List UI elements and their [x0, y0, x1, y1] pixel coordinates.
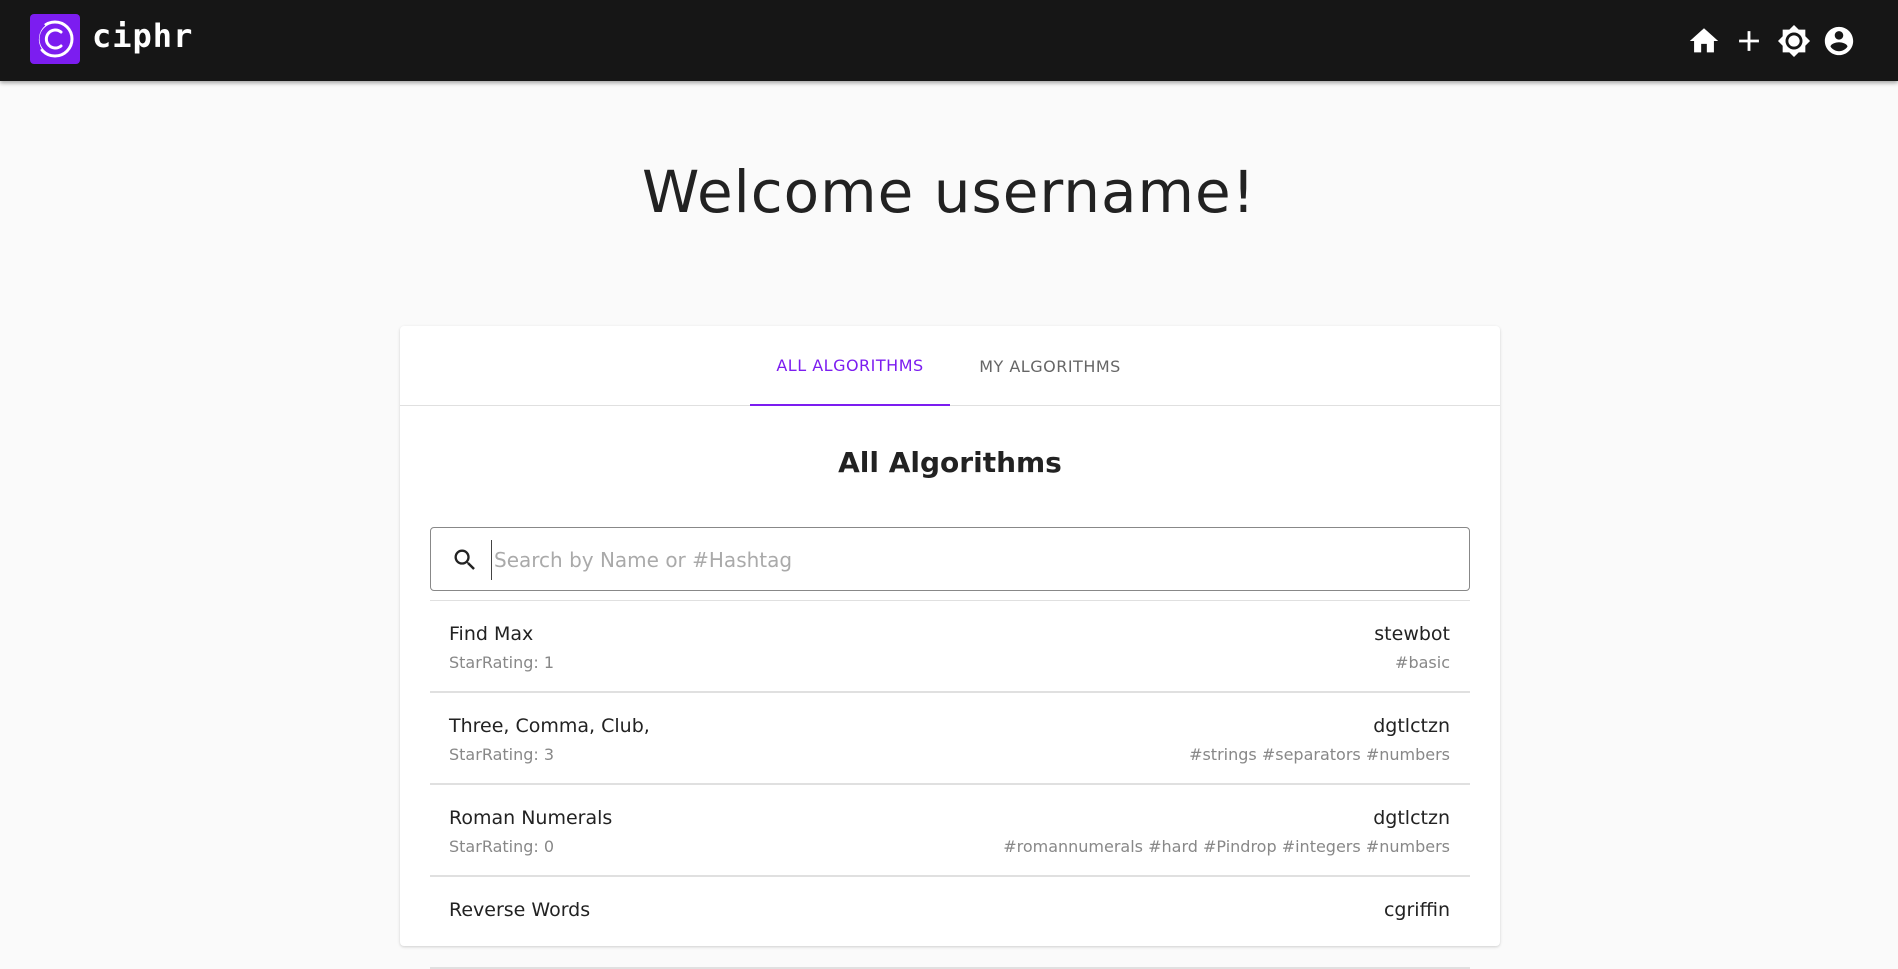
tab-all-algorithms[interactable]: ALL ALGORITHMS: [750, 326, 950, 406]
home-icon[interactable]: [1687, 24, 1721, 58]
algorithm-tags: #romannumerals #hard #Pindrop #integers …: [1003, 837, 1450, 856]
algorithm-rating: StarRating: 0: [449, 837, 555, 856]
list-item[interactable]: Three, Comma, Club, StarRating: 3 dgtlct…: [430, 693, 1470, 785]
algorithm-name: Three, Comma, Club,: [449, 715, 650, 737]
algorithm-name: Reverse Words: [449, 899, 591, 921]
ciphr-logo-icon[interactable]: [30, 14, 80, 64]
algorithm-rating: StarRating: 1: [449, 653, 555, 672]
brand-name[interactable]: ciphr: [92, 17, 193, 55]
algorithm-name: Find Max: [449, 623, 534, 645]
add-icon[interactable]: [1732, 24, 1766, 58]
account-icon[interactable]: [1822, 24, 1856, 58]
algorithm-list: Find Max StarRating: 1 stewbot #basic Th…: [430, 600, 1470, 969]
algorithm-name: Roman Numerals: [449, 807, 613, 829]
algorithm-rating: StarRating: 3: [449, 745, 555, 764]
algorithm-tags: #strings #separators #numbers: [1189, 745, 1450, 764]
algorithm-author: dgtlctzn: [1373, 807, 1450, 829]
algorithm-tags: #basic: [1395, 653, 1450, 672]
search-field[interactable]: [430, 527, 1470, 591]
algorithm-author: cgriffin: [1383, 899, 1450, 921]
section-title: All Algorithms: [838, 446, 1062, 479]
theme-toggle-icon[interactable]: [1777, 24, 1811, 58]
app-bar: ciphr: [0, 0, 1898, 81]
tab-my-algorithms[interactable]: MY ALGORITHMS: [950, 326, 1150, 406]
algorithm-author: stewbot: [1374, 623, 1450, 645]
algorithms-card: ALL ALGORITHMS MY ALGORITHMS All Algorit…: [400, 326, 1500, 969]
list-item[interactable]: Reverse Words cgriffin: [430, 877, 1470, 969]
algorithm-author: dgtlctzn: [1373, 715, 1450, 737]
list-item[interactable]: Roman Numerals StarRating: 0 dgtlctzn #r…: [430, 785, 1470, 877]
list-item[interactable]: Find Max StarRating: 1 stewbot #basic: [430, 601, 1470, 693]
search-input[interactable]: [491, 540, 1451, 580]
tab-bar: ALL ALGORITHMS MY ALGORITHMS: [400, 326, 1500, 406]
search-icon: [454, 549, 475, 570]
welcome-heading: Welcome username!: [642, 158, 1256, 226]
